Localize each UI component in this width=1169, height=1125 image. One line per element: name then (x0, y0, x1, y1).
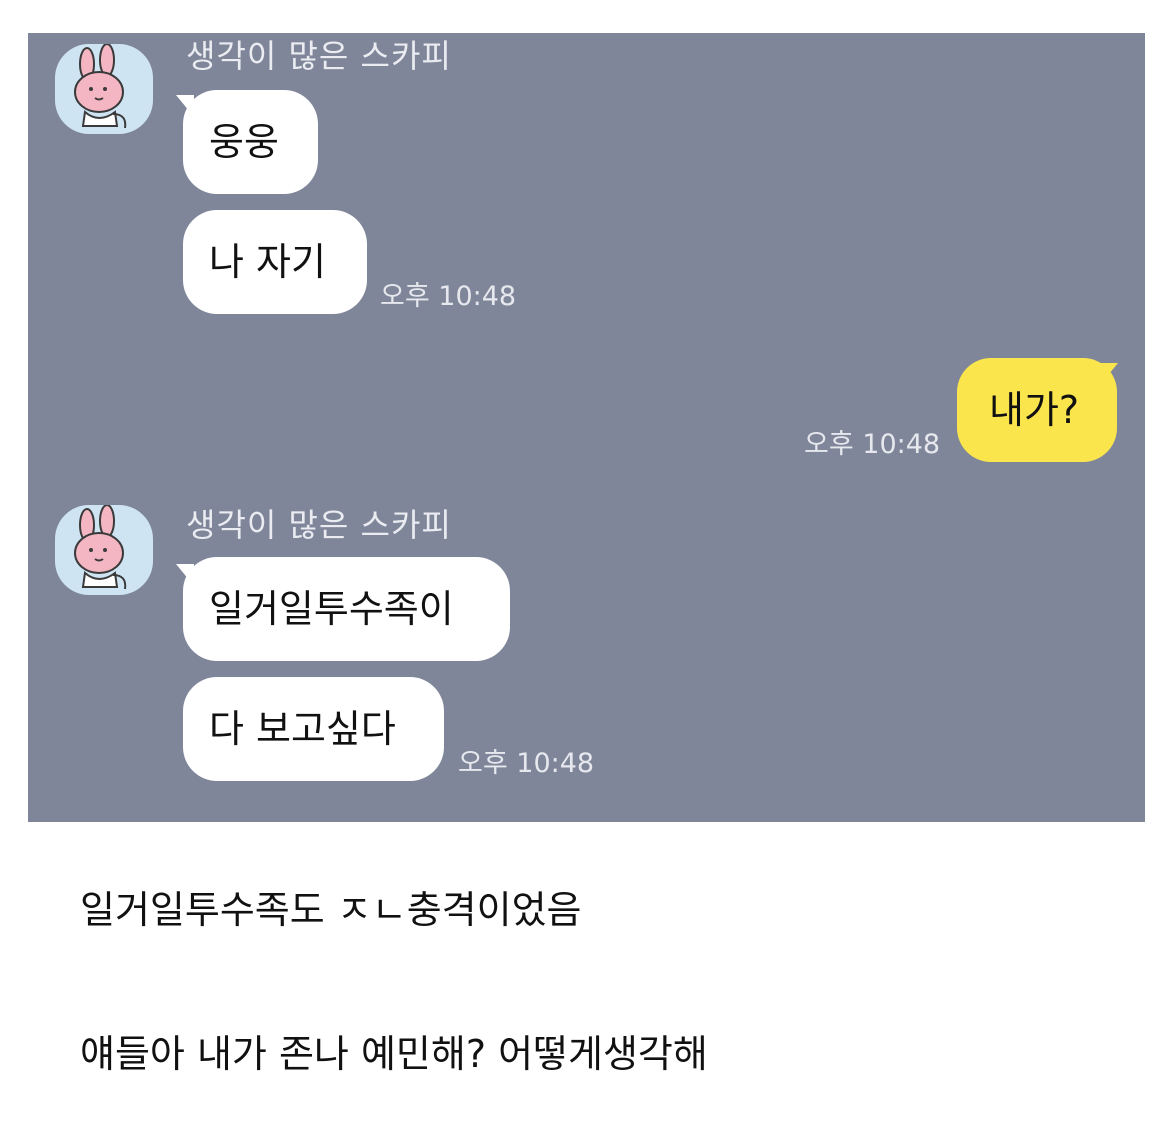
avatar[interactable] (55, 505, 153, 595)
sender-name: 생각이 많은 스카피 (186, 37, 452, 75)
caption-line: 얘들아 내가 존나 예민해? 어떻게생각해 (80, 1032, 708, 1076)
message-bubble[interactable]: 일거일투수족이 (183, 557, 510, 661)
my-message-bubble[interactable]: 내가? (957, 358, 1117, 462)
caption-line: 일거일투수족도 ㅈㄴ충격이었음 (80, 888, 582, 932)
message-bubble[interactable]: 웅웅 (183, 90, 318, 194)
rabbit-character-icon (74, 505, 127, 590)
rabbit-character-icon (74, 44, 127, 129)
message-bubble[interactable]: 나 자기 (183, 210, 367, 314)
chat-panel: 생각이 많은 스카피 웅웅 나 자기 오후 10:48 내가? 오후 10:48… (28, 33, 1145, 822)
message-timestamp: 오후 10:48 (804, 429, 941, 460)
avatar[interactable] (55, 44, 153, 134)
message-bubble[interactable]: 다 보고싶다 (183, 677, 444, 781)
sender-name: 생각이 많은 스카피 (186, 506, 452, 544)
message-timestamp: 오후 10:48 (458, 748, 595, 779)
message-timestamp: 오후 10:48 (380, 281, 517, 312)
